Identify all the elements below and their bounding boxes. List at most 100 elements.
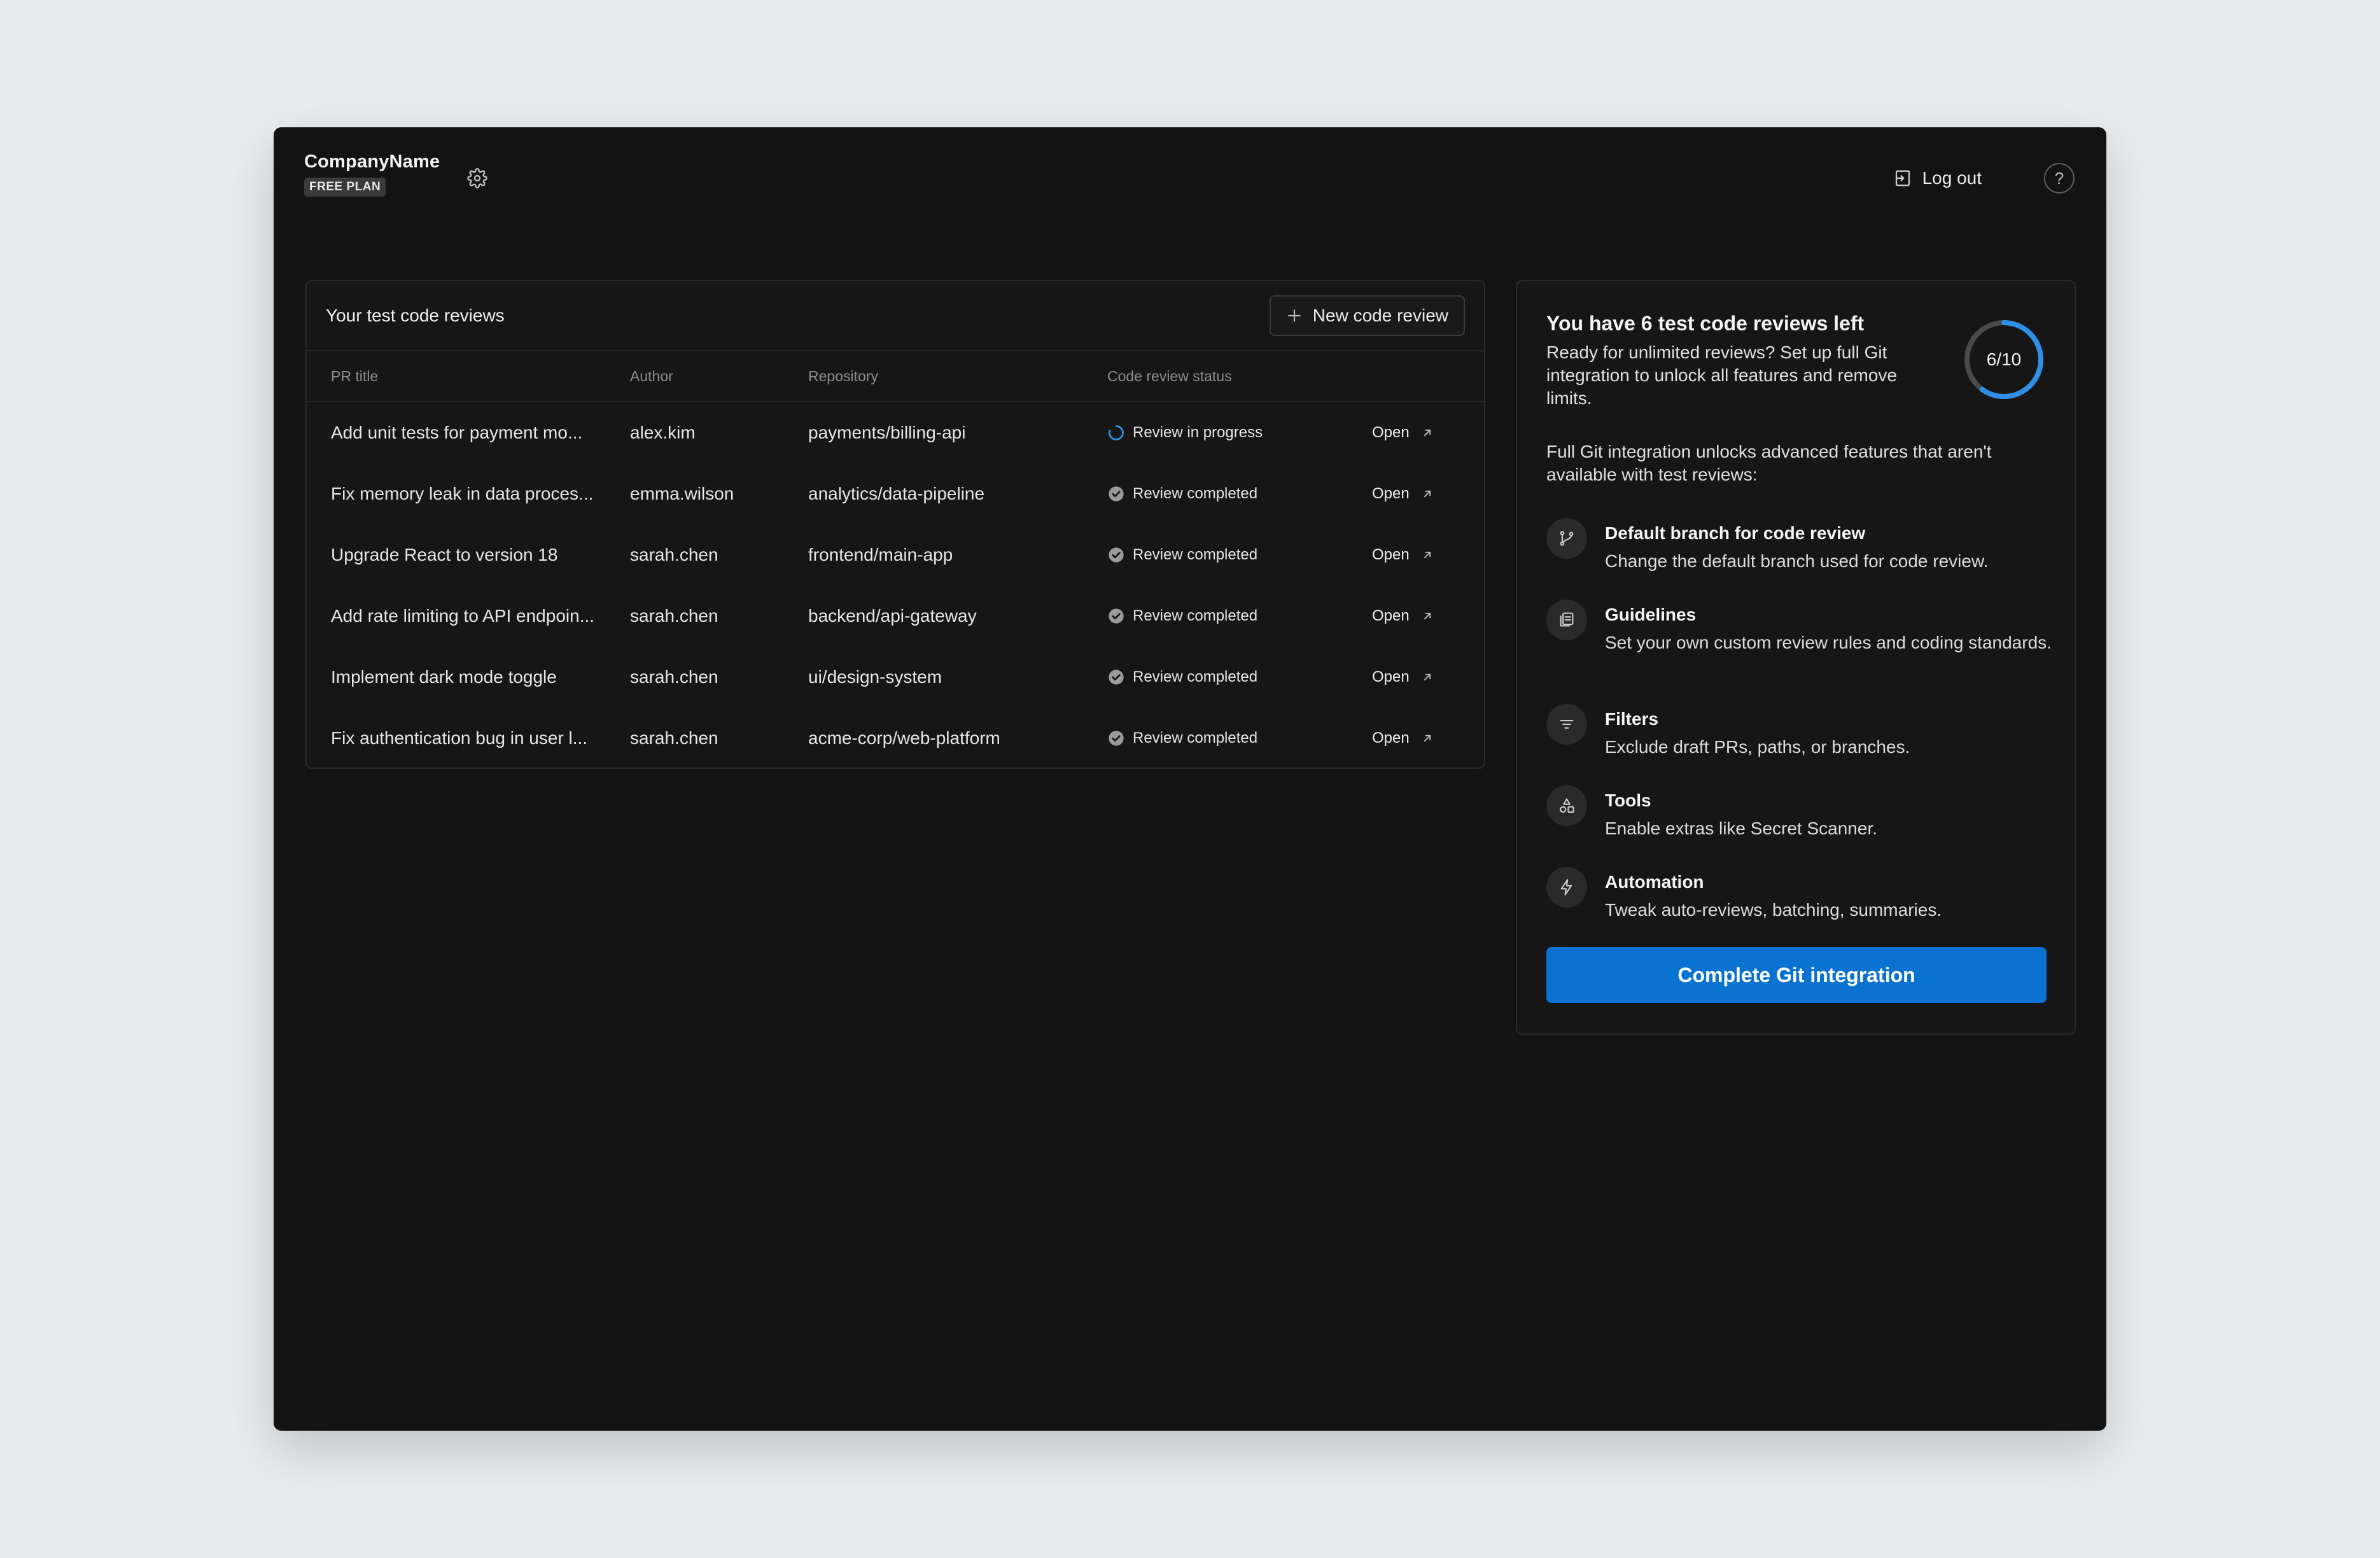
reviews-title: Your test code reviews — [326, 305, 505, 325]
open-link[interactable]: Open — [1372, 424, 1434, 442]
new-code-review-label: New code review — [1312, 305, 1448, 325]
pr-title: Implement dark mode toggle — [331, 667, 557, 687]
pr-author: alex.kim — [630, 423, 696, 442]
guidelines-icon — [1560, 612, 1574, 627]
open-link[interactable]: Open — [1372, 729, 1434, 747]
filter-icon — [1560, 720, 1574, 729]
pr-status: Review completed — [1107, 607, 1372, 625]
pr-status-label: Review completed — [1133, 607, 1258, 624]
table-row[interactable]: Add rate limiting to API endpoin... sara… — [307, 586, 1484, 647]
logout-icon — [1895, 170, 1910, 186]
pr-status: Review completed — [1107, 668, 1372, 686]
spinner-icon — [1109, 425, 1124, 440]
tools-icon — [1560, 798, 1574, 813]
complete-git-integration-label: Complete Git integration — [1677, 963, 1915, 986]
column-header-status: Code review status — [1107, 367, 1232, 384]
external-link-icon — [1424, 490, 1431, 498]
pr-author: emma.wilson — [630, 484, 734, 503]
pr-author: sarah.chen — [630, 545, 718, 565]
check-circle-icon — [1109, 731, 1124, 746]
git-branch-icon — [1560, 531, 1574, 546]
lightning-icon — [1560, 879, 1572, 895]
feature-filters: Filters Exclude draft PRs, paths, or bra… — [1546, 704, 2055, 759]
external-link-icon — [1424, 673, 1431, 681]
pr-repository: analytics/data-pipeline — [808, 484, 985, 503]
help-icon: ? — [2054, 168, 2064, 188]
company-name: CompanyName — [304, 151, 440, 172]
feature-description: Enable extras like Secret Scanner. — [1605, 818, 1878, 838]
pr-status-label: Review completed — [1133, 729, 1258, 747]
pr-title: Fix memory leak in data proces... — [331, 484, 594, 503]
open-label: Open — [1372, 729, 1410, 747]
pr-status-label: Review completed — [1133, 485, 1258, 502]
logout-label: Log out — [1922, 168, 1982, 188]
feature-tools: Tools Enable extras like Secret Scanner. — [1546, 785, 2055, 840]
pr-title: Add unit tests for payment mo... — [331, 423, 583, 442]
feature-description: Exclude draft PRs, paths, or branches. — [1605, 737, 1910, 757]
gear-icon — [467, 168, 487, 188]
pr-status: Review in progress — [1107, 424, 1372, 442]
upgrade-subtitle: Ready for unlimited reviews? Set up full… — [1546, 342, 1897, 408]
table-row[interactable]: Upgrade React to version 18 sarah.chen f… — [307, 524, 1484, 586]
reviews-card-header: Your test code reviews New code review — [307, 281, 1484, 351]
pr-status: Review completed — [1107, 729, 1372, 747]
pr-author: sarah.chen — [630, 667, 718, 687]
feature-description: Tweak auto-reviews, batching, summaries. — [1605, 900, 1942, 920]
column-header-repository: Repository — [808, 367, 878, 384]
feature-title: Automation — [1605, 872, 1704, 892]
logout-button[interactable]: Log out — [1893, 165, 1982, 191]
table-row[interactable]: Add unit tests for payment mo... alex.ki… — [307, 402, 1484, 463]
open-label: Open — [1372, 546, 1410, 563]
plus-icon — [1288, 309, 1301, 322]
settings-button[interactable] — [465, 165, 490, 191]
feature-guidelines: Guidelines Set your own custom review ru… — [1546, 600, 2055, 654]
usage-label: 6/10 — [1986, 349, 2022, 369]
table-row[interactable]: Fix authentication bug in user l... sara… — [307, 708, 1484, 768]
pr-repository: frontend/main-app — [808, 545, 953, 565]
brand: CompanyName FREE PLAN — [304, 151, 440, 197]
help-button[interactable]: ? — [2044, 163, 2075, 193]
app-window: CompanyName FREE PLAN Log out ? Your tes… — [274, 127, 2106, 1431]
external-link-icon — [1424, 429, 1431, 437]
open-link[interactable]: Open — [1372, 607, 1434, 625]
table-row[interactable]: Fix memory leak in data proces... emma.w… — [307, 463, 1484, 524]
open-link[interactable]: Open — [1372, 668, 1434, 686]
table-header: PR title Author Repository Code review s… — [307, 351, 1484, 402]
open-label: Open — [1372, 485, 1410, 502]
column-header-author: Author — [630, 367, 673, 384]
feature-description: Change the default branch used for code … — [1605, 551, 1989, 571]
open-link[interactable]: Open — [1372, 546, 1434, 564]
upgrade-card: You have 6 test code reviews left Ready … — [1516, 280, 2076, 1035]
reviews-left-title: You have 6 test code reviews left — [1546, 312, 1865, 335]
pr-status: Review completed — [1107, 546, 1372, 564]
feature-title: Guidelines — [1605, 605, 1697, 624]
pr-repository: acme-corp/web-platform — [808, 728, 1000, 748]
features-intro: Full Git integration unlocks advanced fe… — [1546, 442, 1992, 484]
open-link[interactable]: Open — [1372, 485, 1434, 503]
check-circle-icon — [1109, 608, 1124, 624]
feature-automation: Automation Tweak auto-reviews, batching,… — [1546, 867, 2055, 922]
reviews-card: Your test code reviews New code review P… — [305, 280, 1485, 769]
check-circle-icon — [1109, 547, 1124, 563]
complete-git-integration-button[interactable]: Complete Git integration — [1546, 947, 2047, 1003]
pr-repository: backend/api-gateway — [808, 606, 977, 626]
pr-title: Add rate limiting to API endpoin... — [331, 606, 595, 626]
pr-repository: ui/design-system — [808, 667, 942, 687]
pr-title: Fix authentication bug in user l... — [331, 728, 588, 748]
column-header-pr-title: PR title — [331, 367, 379, 384]
pr-repository: payments/billing-api — [808, 423, 966, 442]
feature-default-branch: Default branch for code review Change th… — [1546, 518, 2055, 573]
open-label: Open — [1372, 668, 1410, 685]
feature-title: Default branch for code review — [1605, 523, 1866, 543]
table-row[interactable]: Implement dark mode toggle sarah.chen ui… — [307, 647, 1484, 708]
pr-status-label: Review completed — [1133, 546, 1258, 563]
pr-status-label: Review in progress — [1133, 424, 1263, 441]
open-label: Open — [1372, 424, 1410, 441]
pr-status-label: Review completed — [1133, 668, 1258, 685]
new-code-review-button[interactable]: New code review — [1269, 295, 1465, 336]
external-link-icon — [1424, 734, 1431, 742]
pr-title: Upgrade React to version 18 — [331, 545, 558, 565]
external-link-icon — [1424, 612, 1431, 620]
check-circle-icon — [1109, 670, 1124, 685]
check-circle-icon — [1109, 486, 1124, 502]
